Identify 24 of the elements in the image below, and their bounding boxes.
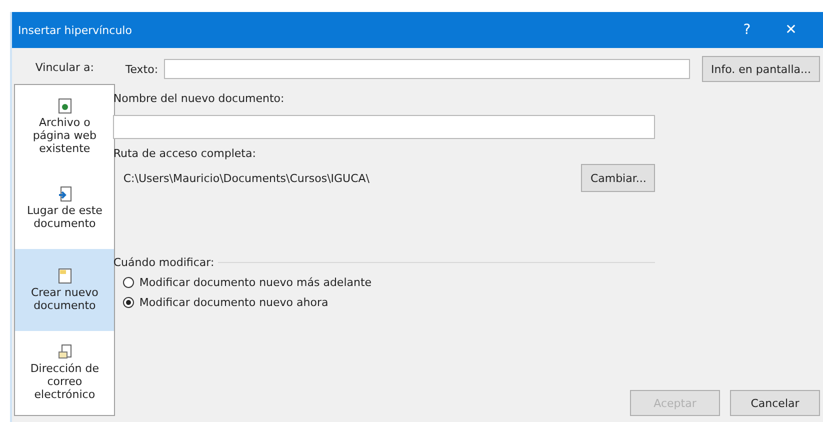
field-label: Nombre del nuevo documento: <box>113 92 286 105</box>
field-label: Texto: <box>125 62 158 76</box>
group-label: Cuándo modificar: <box>113 256 214 269</box>
link-type-item[interactable]: Lugar de este documento <box>15 167 114 249</box>
document-icon <box>58 98 72 114</box>
radio-button[interactable] <box>123 277 134 288</box>
link-type-item[interactable]: Dirección de correo electrónico <box>15 331 114 413</box>
change-button[interactable]: Cambiar... <box>581 164 656 192</box>
sidebar-heading: Vincular a: <box>34 60 95 76</box>
radio-label: Modificar documento nuevo más adelante <box>139 276 372 289</box>
path-text: C:\Users\Mauricio\Documents\Cursos\IGUCA\ <box>123 172 370 184</box>
field-label: Ruta de acceso completa: <box>113 147 257 160</box>
document-envelope-icon <box>58 344 72 360</box>
link-type-item[interactable]: Crear nuevo documento <box>15 249 114 331</box>
close-button[interactable]: ✕ <box>769 22 813 38</box>
new-document-icon <box>58 268 72 284</box>
radio-label: Modificar documento nuevo ahora <box>139 296 328 309</box>
help-button[interactable]: ? <box>725 22 769 38</box>
screentip-button[interactable]: Info. en pantalla... <box>702 56 820 82</box>
radio-button[interactable] <box>123 297 134 308</box>
dialog-button[interactable]: Cancelar <box>730 390 820 416</box>
text-field[interactable] <box>164 59 690 79</box>
window-title: Insertar hipervínculo <box>18 24 133 36</box>
document-name-field[interactable] <box>113 115 656 139</box>
